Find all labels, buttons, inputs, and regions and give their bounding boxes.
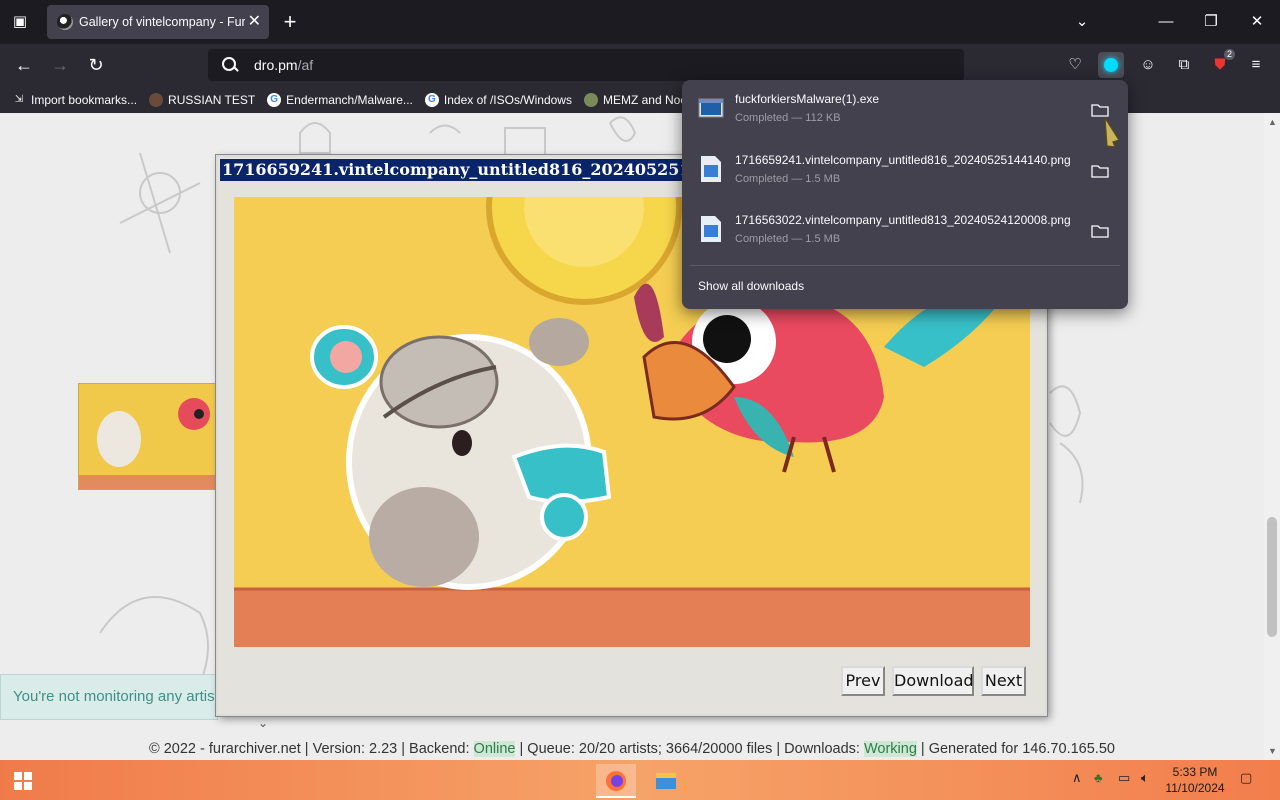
panel-divider [690,265,1120,266]
page-scrollbar[interactable]: ▲ ▼ [1264,113,1280,760]
footer-generated: | Generated for 146.70.165.50 [916,741,1115,757]
bookmark-russian-test[interactable]: RUSSIAN TEST [149,92,256,107]
url-bar[interactable]: dro.pm/af [208,49,964,81]
url-path: /af [297,57,314,73]
minimize-icon[interactable]: — [1152,8,1180,36]
downloads-status: Working [863,741,917,757]
clock-time: 5:33 PM [1172,765,1218,779]
footer-copyright: © 2022 - furarchiver.net | Version: 2.23… [149,741,474,757]
close-window-icon[interactable]: ✕ [1243,8,1271,36]
network-icon[interactable]: ▭ [1118,770,1130,786]
chevron-down-icon[interactable]: ⌄ [258,716,268,730]
mouse-cursor-icon [1104,117,1120,148]
bookmark-label: Import bookmarks... [31,92,138,107]
tray-app-icon[interactable]: ♣ [1094,770,1103,785]
page-footer: © 2022 - furarchiver.net | Version: 2.23… [0,738,1264,760]
bookmark-label: RUSSIAN TEST [168,92,256,107]
downloads-button[interactable] [1098,52,1124,78]
volume-icon[interactable]: 🔈︎ [1141,770,1149,786]
next-button[interactable]: Next [981,666,1026,696]
url-text[interactable]: dro.pm/af [254,57,313,73]
notifications-icon[interactable]: ▢ [1240,770,1252,786]
prev-button[interactable]: Prev [841,666,885,696]
reload-icon[interactable]: ↻ [83,52,109,78]
show-all-downloads-link[interactable]: Show all downloads [698,279,804,293]
forward-icon[interactable]: → [47,52,73,78]
tab-list-icon[interactable]: ▣ [8,10,32,34]
windows-start-icon[interactable] [14,772,32,790]
tab-close-icon[interactable]: ✕ [248,12,261,32]
image-file-icon [701,156,721,182]
download-filename: fuckforkiersMalware(1).exe [735,92,880,106]
import-icon: ⇲ [14,93,24,105]
restore-icon[interactable]: ❐ [1197,8,1225,36]
footer-queue: | Queue: 20/20 artists; 3664/20000 files… [515,741,864,757]
bookmark-import[interactable]: ⇲ Import bookmarks... [12,93,137,107]
google-icon: G [267,92,282,107]
clock-date: 11/10/2024 [1165,781,1225,795]
new-tab-button[interactable]: + [280,10,300,34]
extensions-icon[interactable]: ⧉ [1171,52,1197,78]
list-all-tabs-icon[interactable]: ⌄ [1068,8,1096,36]
bookmark-endermanch[interactable]: G Endermanch/Malware... [267,92,413,107]
site-favicon-icon [57,14,73,30]
site-icon [583,92,598,107]
folder-icon[interactable] [1091,163,1109,179]
download-status: Completed — 1.5 MB [735,173,841,185]
download-status: Completed — 1.5 MB [735,233,841,245]
tab-bar: ▣ Gallery of vintelcompany - Furarchiver… [0,0,1280,44]
tab-gallery[interactable]: Gallery of vintelcompany - Furarchiver ✕ [47,5,269,39]
monitoring-notice: You're not monitoring any artists [0,674,218,720]
image-file-icon [701,216,721,242]
download-filename: 1716659241.vintelcompany_untitled816_202… [735,153,1071,167]
scroll-up-icon[interactable]: ▲ [1268,117,1277,127]
account-icon[interactable]: ☺ [1135,52,1161,78]
windows-taskbar: ∧ ♣ ▭ 🔈︎ 5:33 PM 11/10/2024 ▢ [0,760,1280,800]
tray-expand-icon[interactable]: ∧ [1072,770,1082,786]
back-icon[interactable]: ← [11,52,37,78]
folder-icon[interactable] [1091,223,1109,239]
downloads-panel: fuckforkiersMalware(1).exe Completed — 1… [682,80,1128,309]
download-filename: 1716563022.vintelcompany_untitled813_202… [735,213,1071,227]
backend-status: Online [473,741,516,757]
firefox-taskbar-button[interactable] [596,764,636,798]
google-icon: G [424,92,439,107]
bookmark-label: Index of /ISOs/Windows [443,92,572,107]
bookmark-label: MEMZ and Noes [602,92,693,107]
download-item[interactable]: 1716563022.vintelcompany_untitled813_202… [682,201,1128,261]
bookmark-isos[interactable]: G Index of /ISOs/Windows [424,92,572,107]
firefox-icon [606,771,626,791]
extension-badge: 2 [1223,49,1235,60]
gallery-thumbnail[interactable] [78,383,220,490]
tab-title: Gallery of vintelcompany - Furarchiver [79,15,245,29]
file-explorer-taskbar-button[interactable] [646,764,686,798]
scroll-thumb[interactable] [1267,517,1277,637]
scroll-down-icon[interactable]: ▼ [1268,746,1277,756]
download-item[interactable]: 1716659241.vintelcompany_untitled816_202… [682,141,1128,201]
download-button[interactable]: Download [892,666,974,696]
thumbnail-floor [79,475,219,489]
site-icon [149,92,164,107]
system-clock[interactable]: 5:33 PM 11/10/2024 [1158,764,1232,796]
ublock-icon[interactable]: ⛊ 2 [1207,49,1235,78]
folder-app-icon [656,773,676,789]
bookmark-memz[interactable]: MEMZ and Noes [583,92,693,107]
download-item[interactable]: fuckforkiersMalware(1).exe Completed — 1… [682,80,1128,140]
url-host: dro.pm [254,57,298,73]
download-status: Completed — 112 KB [735,112,841,124]
exe-file-icon [698,98,724,118]
search-icon [220,55,240,75]
bookmark-label: Endermanch/Malware... [286,92,413,107]
menu-icon[interactable]: ≡ [1243,52,1269,78]
downloads-icon [1104,58,1118,72]
pocket-icon[interactable]: ♡ [1062,52,1088,78]
